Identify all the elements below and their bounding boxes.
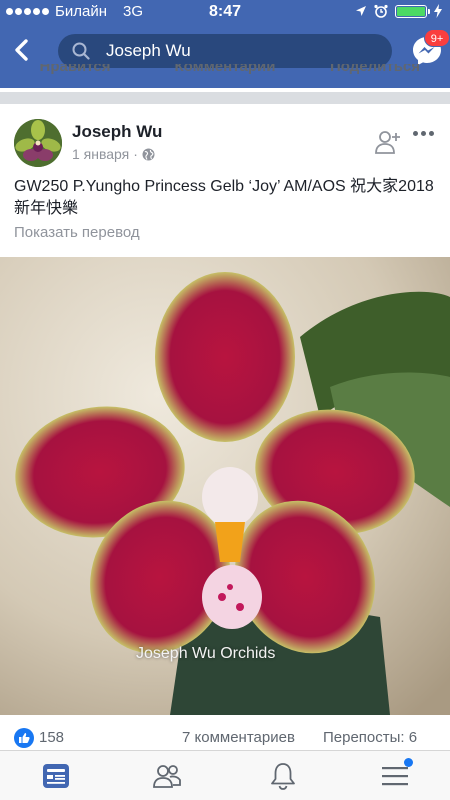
globe-icon [142,148,155,160]
previous-post-actions: Нравится Комментарий Поделиться [0,64,450,92]
comment-count[interactable]: 7 комментариев [182,729,295,746]
search-bar[interactable]: Joseph Wu [58,34,392,68]
meta-separator: · [133,146,138,162]
feed-divider [0,92,450,104]
more-options-icon[interactable] [413,131,434,136]
back-arrow-icon[interactable] [10,36,36,64]
menu-notification-dot [404,758,413,767]
status-bar: Билайн 3G 8:47 [0,0,450,24]
show-translation-link[interactable]: Показать перевод [14,224,140,241]
like-reaction-icon [14,728,34,748]
post-author-name[interactable]: Joseph Wu [72,122,162,142]
news-feed-tab-icon[interactable] [41,761,71,791]
post-meta: 1 января · [72,146,155,162]
messenger-unread-badge: 9+ [424,29,450,47]
post-photo[interactable]: Joseph Wu Orchids [0,257,450,715]
add-friend-icon[interactable] [374,128,402,156]
bottom-tab-bar [0,750,450,800]
post-text: GW250 P.Yungho Princess Gelb ‘Joy’ AM/AO… [14,178,434,217]
notifications-bell-icon[interactable] [268,761,298,791]
prev-like-button[interactable]: Нравится [0,64,150,84]
like-count[interactable]: 158 [39,729,64,746]
author-avatar[interactable] [14,119,62,167]
post-date[interactable]: 1 января [72,146,129,162]
search-icon [72,42,90,60]
share-count[interactable]: Перепосты: 6 [323,729,417,746]
location-arrow-icon [356,6,366,16]
alarm-icon [374,4,388,18]
battery-icon [395,4,430,18]
search-query-text[interactable]: Joseph Wu [106,41,191,61]
photo-watermark: Joseph Wu Orchids [136,645,276,662]
charging-bolt-icon [434,4,442,18]
reactions-summary: 158 7 комментариев Перепосты: 6 [0,716,450,750]
friends-tab-icon[interactable] [152,761,182,791]
prev-share-button[interactable]: Поделиться [300,64,450,84]
prev-comment-button[interactable]: Комментарий [150,64,300,84]
